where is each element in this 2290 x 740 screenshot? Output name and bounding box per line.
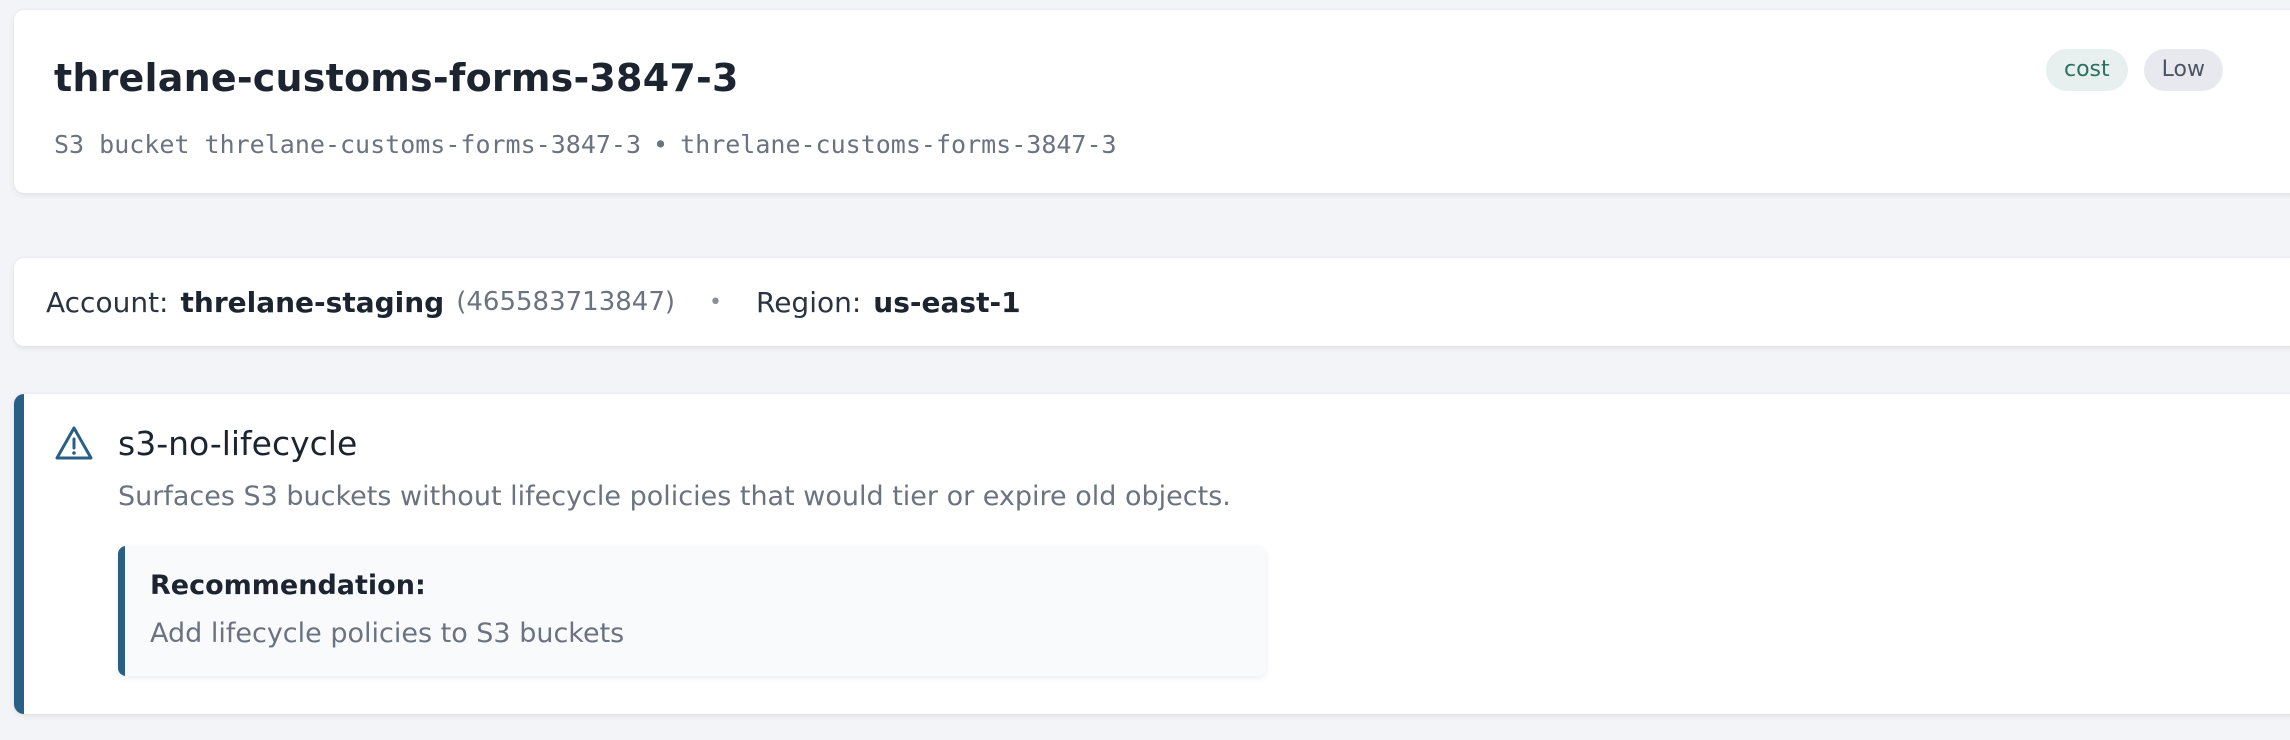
recommendation-label: Recommendation: — [150, 570, 426, 601]
account-name: threlane-staging — [180, 285, 445, 319]
recommendation-text: Add lifecycle policies to S3 buckets — [150, 618, 625, 649]
resource-id: threlane-customs-forms-3847-3 — [680, 130, 1117, 159]
resource-name: threlane-customs-forms-3847-3 — [204, 130, 642, 159]
recommendation-box: Recommendation: Add lifecycle policies t… — [118, 546, 1266, 676]
region-value: us-east-1 — [873, 285, 1021, 319]
finding-description: Surfaces S3 buckets without lifecycle po… — [118, 481, 1231, 512]
severity-badge: Low — [2143, 49, 2223, 91]
account-label: Account: — [46, 285, 169, 319]
resource-subtitle: S3 bucket threlane-customs-forms-3847-3 •… — [54, 130, 1117, 159]
category-badge: cost — [2046, 49, 2128, 91]
resource-type: S3 bucket — [54, 130, 190, 159]
finding-card: s3-no-lifecycle Surfaces S3 buckets with… — [14, 394, 2290, 714]
resource-title: threlane-customs-forms-3847-3 — [54, 56, 739, 100]
warning-triangle-icon — [55, 426, 93, 460]
account-region-card: Account: threlane-staging (465583713847)… — [14, 258, 2290, 346]
region-label: Region: — [756, 285, 862, 319]
finding-title: s3-no-lifecycle — [118, 424, 358, 463]
account-id: (465583713847) — [456, 287, 676, 317]
resource-header-card: threlane-customs-forms-3847-3 S3 bucket … — [14, 10, 2290, 193]
info-separator: • — [709, 289, 722, 315]
finding-accent-bar — [14, 394, 24, 714]
subtitle-separator: • — [653, 130, 669, 159]
page: threlane-customs-forms-3847-3 S3 bucket … — [0, 0, 2290, 740]
recommendation-accent-bar — [118, 546, 125, 676]
badge-group: cost Low — [2046, 49, 2223, 91]
